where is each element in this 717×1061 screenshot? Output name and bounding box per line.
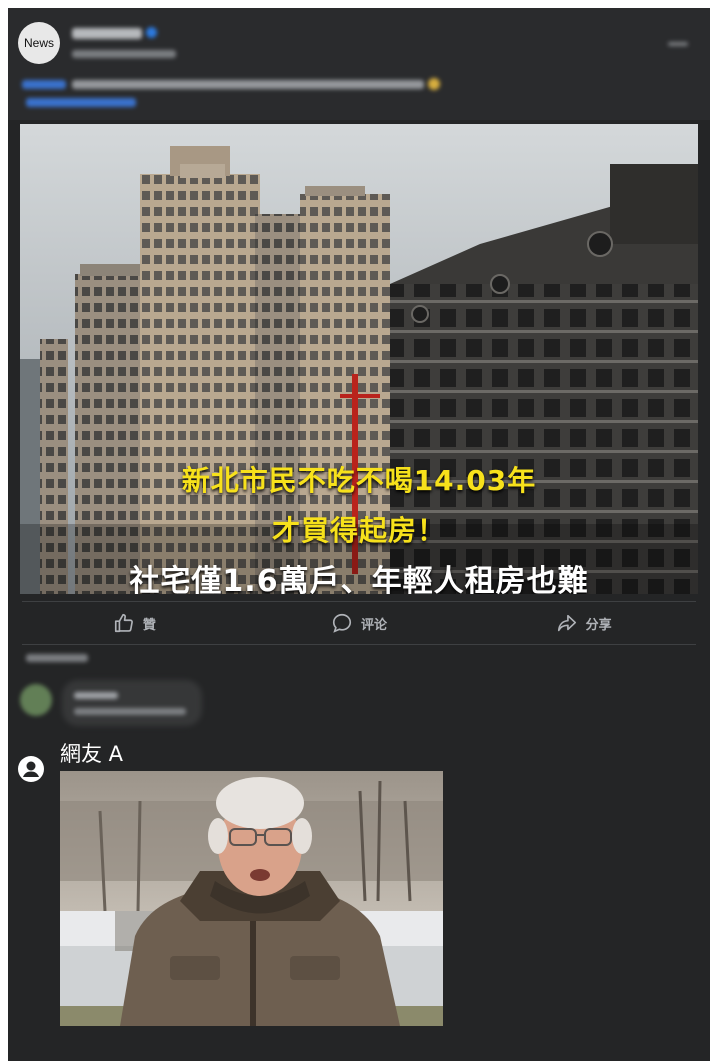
blurred-post-text-line1 bbox=[22, 80, 66, 89]
blurred-comment-bubble bbox=[62, 680, 202, 726]
share-button[interactable]: 分享 bbox=[471, 602, 696, 644]
like-label: 贊 bbox=[142, 617, 156, 633]
more-options-icon[interactable] bbox=[668, 42, 688, 46]
comment-label: 评论 bbox=[361, 617, 388, 633]
share-arrow-icon bbox=[557, 614, 576, 632]
caption-line-3: 社宅僅1.6萬戶、年輕人租房也難 bbox=[129, 564, 589, 594]
blurred-post-link[interactable] bbox=[26, 98, 136, 107]
action-bar: 贊 评论 分享 bbox=[22, 601, 696, 645]
comment-username[interactable]: 網友 A bbox=[60, 738, 123, 768]
caption-line-1: 新北市民不吃不喝14.03年 bbox=[181, 464, 537, 497]
blurred-page-name bbox=[72, 28, 142, 39]
like-button[interactable]: 贊 bbox=[22, 602, 247, 644]
blurred-comment-sort[interactable] bbox=[26, 654, 88, 662]
share-label: 分享 bbox=[585, 617, 612, 633]
blurred-post-text-line1b bbox=[72, 80, 424, 89]
post-card: News 新北市民不吃不喝14.03年 才買得起房！ 社宅僅1.6萬戶、年輕人租… bbox=[8, 8, 710, 1061]
blurred-commenter-avatar bbox=[20, 684, 52, 716]
comment-button[interactable]: 评论 bbox=[247, 602, 472, 644]
caption-line-2: 才買得起房！ bbox=[271, 514, 446, 547]
verified-icon bbox=[146, 27, 157, 38]
comment-bubble-icon bbox=[332, 613, 352, 633]
page-avatar[interactable]: News bbox=[18, 22, 60, 64]
blurred-comment-text-2 bbox=[74, 708, 186, 715]
post-header: News bbox=[8, 8, 710, 120]
meme-illustration bbox=[60, 771, 443, 1026]
user-avatar-icon[interactable] bbox=[18, 756, 44, 782]
blurred-comment-text bbox=[74, 692, 118, 699]
thumbs-up-icon bbox=[114, 613, 133, 633]
post-image[interactable]: 新北市民不吃不喝14.03年 才買得起房！ 社宅僅1.6萬戶、年輕人租房也難 bbox=[20, 124, 698, 594]
blurred-emoji bbox=[428, 78, 440, 90]
blurred-timestamp bbox=[72, 50, 176, 58]
comment-meme-image[interactable] bbox=[60, 771, 443, 1026]
